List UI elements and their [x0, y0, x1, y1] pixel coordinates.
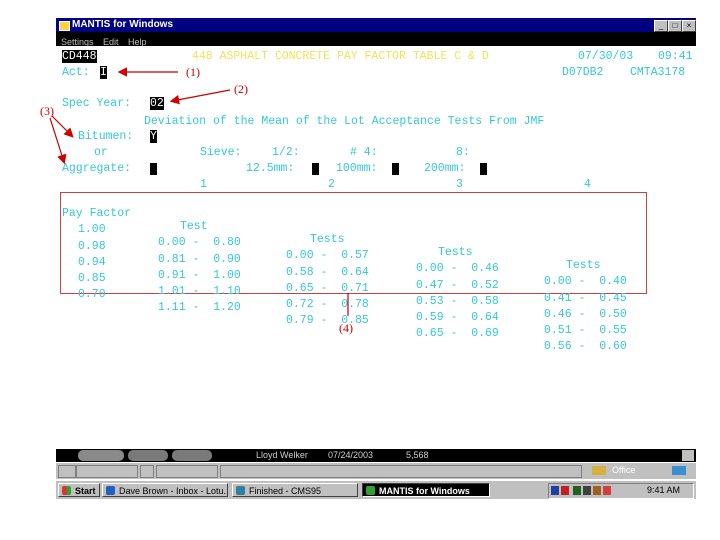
tray-icon[interactable] — [561, 486, 569, 495]
task-lotus-inbox[interactable]: Dave Brown - Inbox - Lotu... — [102, 483, 228, 497]
scroll-up-button[interactable] — [682, 450, 694, 461]
status-button[interactable] — [172, 450, 212, 461]
toolbar-field[interactable] — [156, 465, 218, 478]
start-button[interactable]: Start — [58, 483, 100, 497]
folder-icon[interactable] — [592, 466, 606, 475]
start-label: Start — [75, 486, 96, 496]
tray-icon[interactable] — [583, 486, 591, 495]
task-label: Dave Brown - Inbox - Lotu... — [119, 486, 228, 496]
toolbar-field[interactable] — [220, 465, 582, 478]
toolbar-field[interactable] — [58, 465, 76, 478]
system-tray: 9:41 AM — [548, 483, 694, 499]
status-date: 07/24/2003 — [328, 450, 374, 460]
annotation-4: (4) — [339, 321, 353, 335]
status-strip: Lloyd Welker 07/24/2003 5,568 — [56, 449, 696, 462]
task-cms95[interactable]: Finished - CMS95 — [232, 483, 358, 497]
mail-icon — [106, 486, 115, 495]
windows-taskbar: Start Dave Brown - Inbox - Lotu... Finis… — [56, 480, 696, 499]
tray-icon[interactable] — [573, 486, 581, 495]
toolbar-field[interactable] — [76, 465, 138, 478]
task-label: MANTIS for Windows — [379, 486, 470, 496]
window-icon — [236, 486, 245, 495]
status-count: 5,568 — [406, 450, 429, 460]
office-label: Office — [612, 465, 636, 475]
annotation-3: (3) — [40, 104, 54, 118]
arrow-2 — [169, 89, 231, 105]
toolbar-field[interactable] — [140, 465, 154, 478]
annotation-2: (2) — [234, 82, 248, 96]
status-button[interactable] — [128, 450, 168, 461]
task-label: Finished - CMS95 — [249, 486, 322, 496]
tray-icon[interactable] — [551, 486, 559, 495]
status-user: Lloyd Welker — [256, 450, 308, 460]
status-button[interactable] — [78, 450, 124, 461]
lotus-toolbar: Office — [56, 462, 696, 479]
windows-logo-icon — [62, 486, 71, 495]
globe-icon[interactable] — [672, 466, 686, 475]
tray-icon[interactable] — [593, 486, 601, 495]
annotation-1: (1) — [186, 65, 200, 79]
mantis-icon — [366, 486, 375, 495]
tray-icon[interactable] — [603, 486, 611, 495]
task-mantis[interactable]: MANTIS for Windows — [362, 483, 490, 497]
arrow-3b — [49, 117, 67, 165]
clock[interactable]: 9:41 AM — [647, 484, 680, 497]
